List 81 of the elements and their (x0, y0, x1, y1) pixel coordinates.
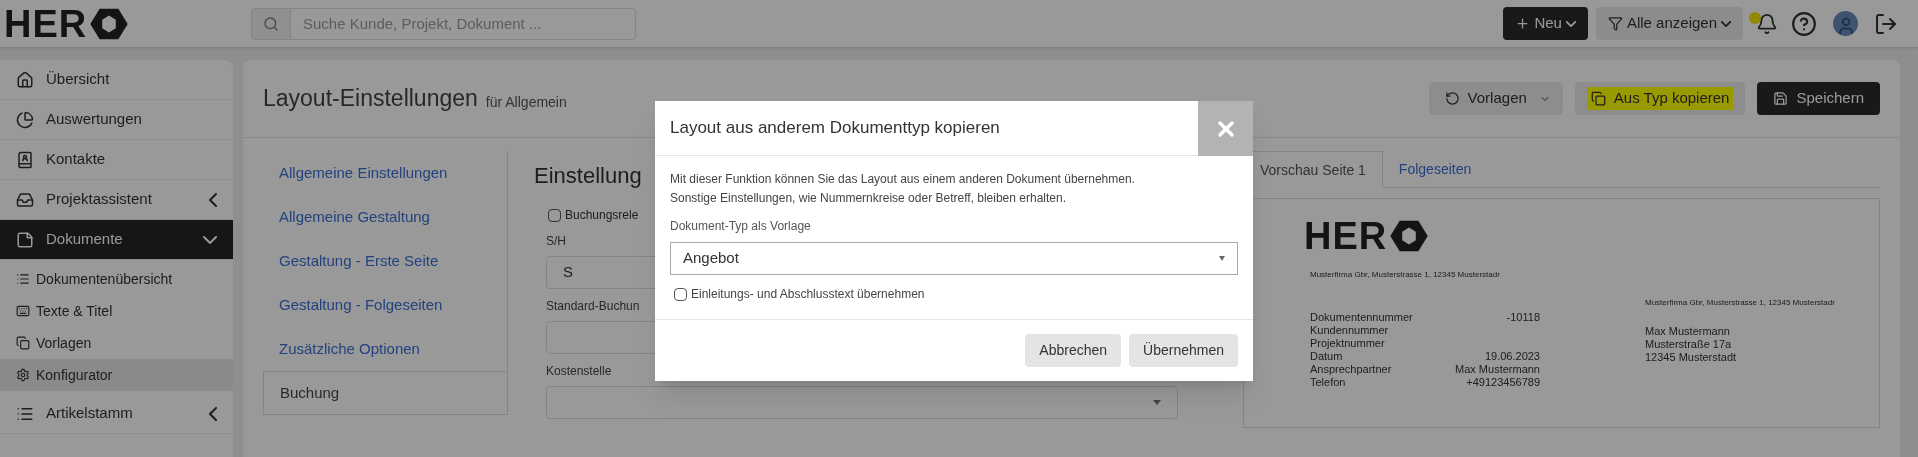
inbox-icon (16, 190, 34, 209)
checkbox[interactable] (548, 208, 561, 222)
filter-icon (1607, 16, 1623, 31)
select-field[interactable] (546, 386, 1178, 419)
logout-icon[interactable] (1874, 11, 1898, 36)
filter-button[interactable]: Alle anzeigen (1595, 7, 1743, 40)
settings-nav-link[interactable]: Allgemeine Gestaltung (263, 195, 508, 239)
save-icon (1773, 91, 1789, 106)
info-value: -10118 (1506, 311, 1540, 324)
sidebar-subitem[interactable]: Vorlagen (0, 327, 233, 359)
sidebar-item[interactable]: Kontakte (0, 140, 233, 180)
toolbar-button[interactable]: Aus Typ kopieren (1574, 82, 1746, 115)
search-button[interactable] (251, 7, 291, 40)
section-heading: Einstellung (534, 162, 642, 190)
dialog-button[interactable]: Abbrechen (1025, 334, 1122, 367)
chevron-down-icon (1565, 20, 1576, 27)
sidebar-subitem[interactable]: Texte & Titel (0, 295, 233, 327)
search-icon (263, 15, 279, 32)
info-label: Kundennummer (1310, 324, 1389, 337)
sidebar-subitem[interactable]: Dokumentenübersicht (0, 263, 233, 295)
logo: HER (4, 4, 130, 43)
bell-icon[interactable] (1756, 12, 1778, 35)
field-label: Dokument-Typ als Vorlage (670, 218, 812, 235)
recipient-line: Musterstraße 17a (1645, 338, 1733, 351)
page-title: Layout-Einstellungen (263, 84, 478, 114)
toolbar-button[interactable]: Vorlagen (1428, 82, 1563, 115)
logo-icon (89, 6, 130, 41)
toolbar-button[interactable]: Speichern (1757, 82, 1880, 115)
chevron-down-icon (1721, 20, 1731, 27)
note-icon (16, 230, 34, 249)
checkbox-label: Einleitungs- und Abschlusstext übernehmen (691, 286, 925, 303)
dialog-button[interactable]: Übernehmen (1129, 334, 1238, 367)
info-label: Datum (1310, 350, 1343, 363)
logo: HER (1304, 217, 1859, 255)
modal-title: Layout aus anderem Dokumenttyp kopieren (669, 117, 1001, 140)
copy-icon (1590, 91, 1606, 106)
field-label: Kostenstelle (546, 363, 613, 380)
settings-nav-link[interactable]: Gestaltung - Folgeseiten (263, 283, 508, 327)
settings-nav-link[interactable]: Allgemeine Einstellungen (263, 151, 508, 195)
window-sender-line: Musterfirma Gbr, Musterstrasse 1, 12345 Musterstadr (1645, 297, 1835, 309)
logo-icon (1389, 219, 1430, 253)
sender-line: Musterfirma Gbr, Musterstrasse 1, 12345 Musterstadr (1310, 269, 1501, 281)
settings-nav-link[interactable]: Gestaltung - Erste Seite (263, 239, 508, 283)
plus-icon (1515, 16, 1531, 31)
list-icon (16, 272, 30, 286)
preview-tab[interactable]: Folgeseiten (1382, 151, 1488, 187)
info-label: Telefon (1310, 376, 1346, 389)
recipient-line: Max Mustermann (1645, 325, 1731, 338)
field-label: S/H (546, 233, 567, 250)
info-label: Projektnummer (1310, 337, 1385, 350)
pie-chart-icon (16, 110, 34, 129)
info-value: +49123456789 (1466, 376, 1540, 389)
sidebar-item[interactable]: Artikelstamm (0, 394, 233, 434)
new-button[interactable]: Neu (1503, 7, 1588, 40)
modal-description: Mit dieser Funktion können Sie das Layout aus einem anderen Dokument übernehmen. Sonstige Einstellungen, wie Nummernkreise oder Betreff, bleiben erhalten. (670, 171, 1136, 207)
info-label: Ansprechpartner (1310, 363, 1392, 376)
sidebar-item[interactable]: Dokumente (0, 220, 233, 260)
select-field[interactable]: Angebot (670, 242, 1238, 275)
info-value: Max Mustermann (1455, 363, 1540, 376)
address-book-icon (16, 150, 34, 169)
info-label: Dokumentennummer (1310, 311, 1413, 324)
sidebar-item[interactable]: Übersicht (0, 60, 233, 100)
recipient-line: 12345 Musterstadt (1645, 351, 1738, 364)
keyboard-icon (16, 304, 30, 318)
help-icon[interactable] (1791, 10, 1817, 37)
avatar[interactable] (1833, 11, 1858, 36)
field-label: Standard-Buchun (546, 298, 641, 315)
settings-nav-link[interactable]: Buchung (263, 371, 508, 415)
info-value: 19.06.2023 (1484, 350, 1540, 363)
caret-icon (1153, 400, 1161, 405)
sidebar-item[interactable]: Auswertungen (0, 100, 233, 140)
page-subtitle: für Allgemein (485, 93, 567, 112)
copy-icon (16, 336, 30, 350)
checkbox[interactable] (674, 287, 687, 301)
sidebar-subitem[interactable]: Konfigurator (0, 359, 233, 391)
gear-icon (16, 368, 30, 382)
caret-icon (1219, 256, 1225, 261)
search-field[interactable]: Suche Kunde, Projekt, Dokument ... (291, 7, 636, 40)
checkbox-label: Buchungsrele (565, 207, 639, 224)
home-icon (16, 70, 34, 89)
undo-icon (1444, 91, 1460, 106)
